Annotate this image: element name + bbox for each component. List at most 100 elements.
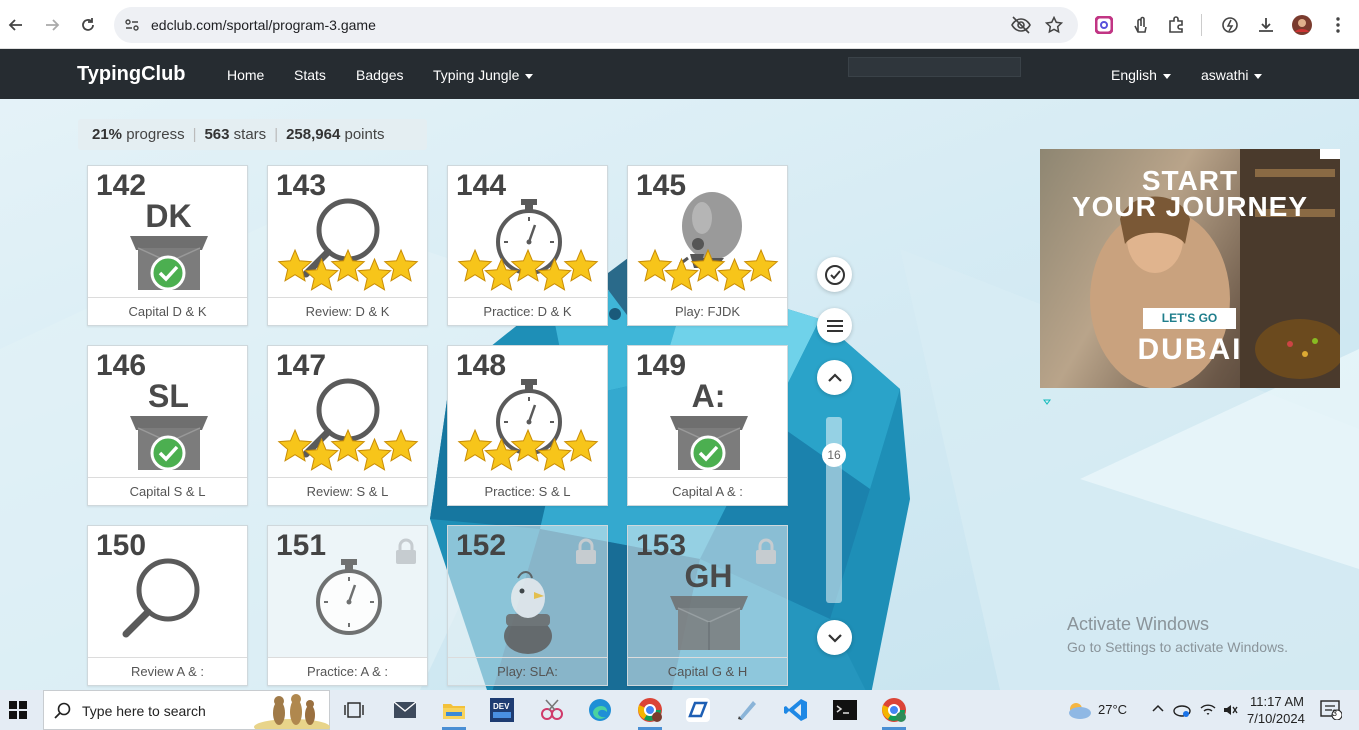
lesson-title: Review: S & L (268, 477, 427, 505)
lesson-card-148[interactable]: 148 Practice: S & L (447, 345, 608, 506)
chevron-down-icon (827, 633, 842, 643)
star-icon (484, 257, 519, 291)
lesson-card-147[interactable]: 147 Review: S & L (267, 345, 428, 506)
lesson-card-143[interactable]: 143 Review: D & K (267, 165, 428, 326)
extensions-puzzle-icon[interactable] (1164, 13, 1188, 37)
browser-toolbar: edclub.com/sportal/program-3.game (0, 0, 1359, 49)
address-bar[interactable]: edclub.com/sportal/program-3.game (114, 7, 1078, 43)
advertisement[interactable]: START YOUR JOURNEY LET'S GO DUBAI (1040, 149, 1340, 388)
task-view-icon[interactable] (340, 696, 368, 724)
eye-off-icon[interactable] (1011, 16, 1031, 39)
chevron-up-icon[interactable] (1152, 704, 1164, 712)
nav-badges[interactable]: Badges (356, 67, 403, 83)
divider: | (192, 126, 197, 143)
star-icon (383, 248, 419, 282)
lesson-card-146[interactable]: 146 SL Capital S & L (87, 345, 248, 506)
weather-temperature[interactable]: 27°C (1098, 702, 1127, 717)
onedrive-sync-icon[interactable] (1173, 702, 1191, 718)
lesson-card-151[interactable]: 151 Practice: A & : (267, 525, 428, 686)
chevron-up-icon (827, 372, 842, 382)
language-label: English (1111, 67, 1157, 83)
reload-icon[interactable] (76, 13, 100, 37)
user-name: aswathi (1201, 67, 1249, 83)
star-icon (277, 428, 313, 462)
lesson-title: Play: FJDK (628, 297, 787, 325)
profile-avatar[interactable] (1290, 13, 1314, 37)
terminal-icon[interactable] (831, 696, 859, 724)
mail-icon[interactable] (391, 696, 419, 724)
watermark-title: Activate Windows (1067, 614, 1210, 634)
lesson-card-144[interactable]: 144 Practice: D & K (447, 165, 608, 326)
top-navbar: TypingClub Home Stats Badges Typing Jung… (0, 49, 1359, 99)
user-menu[interactable]: aswathi (1201, 67, 1263, 83)
points-label: points (344, 126, 385, 143)
notification-count: 3 (1332, 708, 1338, 718)
lesson-title: Capital A & : (628, 477, 787, 505)
performance-icon[interactable] (1218, 13, 1242, 37)
chevron-down-icon (1162, 73, 1171, 79)
hamburger-icon (826, 319, 843, 332)
wifi-icon[interactable] (1200, 702, 1216, 718)
remote-app-icon[interactable] (684, 696, 712, 724)
stars-count: 563 (204, 126, 230, 143)
chevron-down-icon (1254, 73, 1263, 79)
lesson-card-152[interactable]: 152 Play: SLA: (447, 525, 608, 686)
clock-time[interactable]: 11:17 AM (1250, 694, 1304, 709)
star-rating (277, 428, 419, 471)
forward-icon[interactable] (40, 13, 64, 37)
bookmark-star-icon[interactable] (1044, 15, 1064, 39)
menu-button[interactable] (817, 308, 852, 343)
language-select[interactable]: English (1111, 67, 1171, 83)
lesson-title: Capital D & K (88, 297, 247, 325)
checklist-button[interactable] (817, 257, 852, 292)
taskbar-search-box[interactable]: Type here to search (43, 690, 330, 730)
lesson-card-149[interactable]: 149 A: Capital A & : (627, 345, 788, 506)
lesson-card-150[interactable]: 150 Review A & : (87, 525, 248, 686)
back-icon[interactable] (4, 13, 28, 37)
chrome-profile-icon[interactable] (636, 696, 664, 730)
search-icon (54, 702, 71, 719)
edge-browser-icon[interactable] (586, 696, 614, 724)
nav-stats[interactable]: Stats (294, 67, 326, 83)
site-info-icon[interactable] (124, 17, 140, 38)
nav-home[interactable]: Home (227, 67, 264, 83)
lesson-number: 152 (456, 529, 507, 562)
snipping-tool-icon[interactable] (538, 696, 566, 724)
lesson-card-145[interactable]: 145 Play: FJDK (627, 165, 788, 326)
windows-start-icon[interactable] (4, 696, 32, 724)
chrome-second-profile-icon[interactable] (880, 696, 908, 730)
scroll-down-button[interactable] (817, 620, 852, 655)
chevron-down-icon (525, 73, 534, 79)
lesson-card-142[interactable]: 142 DK Capital D & K (87, 165, 248, 326)
extension-color-icon[interactable] (1092, 13, 1116, 37)
speaker-muted-icon[interactable] (1222, 702, 1238, 718)
dev-app-icon[interactable]: DEV (488, 696, 516, 724)
weather-cloud-icon[interactable] (1066, 701, 1092, 719)
nav-typing-jungle[interactable]: Typing Jungle (433, 67, 534, 83)
brand-logo[interactable]: TypingClub (77, 63, 186, 86)
lesson-title: Practice: A & : (268, 657, 427, 685)
lock-icon (756, 538, 776, 564)
menu-dots-icon[interactable] (1326, 13, 1350, 37)
lesson-card-153[interactable]: 153 GH Capital G & H (627, 525, 788, 686)
file-explorer-icon[interactable] (440, 696, 468, 730)
star-icon (383, 428, 419, 462)
ad-cta-button[interactable]: LET'S GO (1143, 308, 1236, 329)
scroll-up-button[interactable] (817, 360, 852, 395)
activate-windows-watermark: Activate Windows Go to Settings to activ… (1067, 614, 1288, 655)
editor-app-icon[interactable] (733, 696, 761, 724)
lesson-title: Practice: S & L (448, 477, 607, 505)
svg-text:DEV: DEV (493, 702, 510, 711)
clock-date[interactable]: 7/10/2024 (1247, 711, 1305, 726)
vscode-icon[interactable] (782, 696, 810, 724)
search-placeholder: Type here to search (82, 703, 206, 719)
page-indicator[interactable]: 16 (822, 443, 846, 467)
nav-placeholder-box (848, 57, 1021, 77)
extension-hand-icon[interactable] (1128, 13, 1152, 37)
download-icon[interactable] (1254, 13, 1278, 37)
star-icon (690, 248, 726, 282)
notification-center-icon[interactable] (1320, 700, 1342, 720)
lesson-number: 150 (96, 529, 147, 562)
adchoices-icon[interactable] (1043, 392, 1051, 405)
lesson-title: Practice: D & K (448, 297, 607, 325)
